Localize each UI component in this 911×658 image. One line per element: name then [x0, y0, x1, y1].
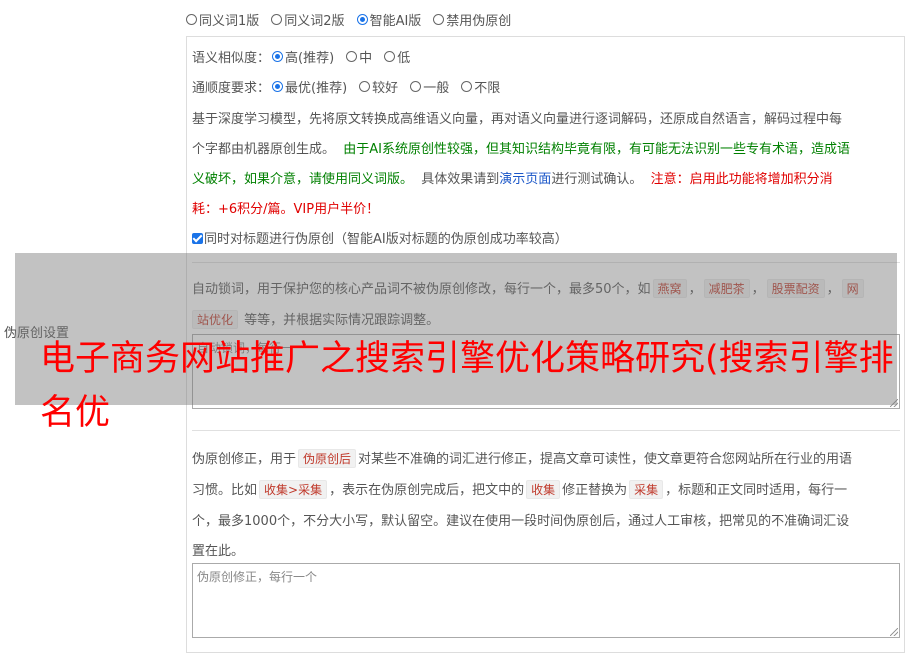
correction-textarea[interactable]: 伪原创修正，每行一个	[192, 563, 900, 638]
radio-synonym-v1[interactable]: 同义词1版	[186, 10, 259, 29]
correction-tag: 采集	[629, 480, 664, 499]
correction-desc-line2: 习惯。比如 收集>采集 ，表示在伪原创完成后，把文中的 收集 修正替换为 采集 ，标题和正文…	[192, 479, 847, 499]
radio-dot-selected	[356, 14, 368, 25]
ai-description-line2: 个字都由机器原创生成。 由于AI系统原创性较强，但其知识结构毕竟有限，有可能无法…	[192, 142, 851, 157]
radio-dot-selected	[272, 51, 284, 62]
ai-description-line3: 义破坏，如果介意，请使用同义词版。 具体效果请到演示页面进行测试确认。 注意：启…	[192, 172, 833, 187]
ai-warning-text: 由于AI系统原创性较强，但其知识结构毕竟有限，有可能无法识别一些专有术语，造成语	[343, 142, 851, 157]
radio-similarity-high[interactable]: 高(推荐)	[272, 47, 334, 66]
radio-fluency-best[interactable]: 最优(推荐)	[272, 77, 347, 96]
credit-notice: 注意：启用此功能将增加积分消	[650, 172, 833, 187]
correction-desc-line1: 伪原创修正，用于 伪原创后 对某些不准确的词汇进行修正，提高文章可读性，使文章更符合…	[192, 448, 852, 468]
demo-page-link[interactable]: 演示页面	[499, 172, 551, 187]
radio-dot	[346, 51, 358, 62]
title-rewrite-option[interactable]: 同时对标题进行伪原创（智能AI版对标题的伪原创成功率较高）	[192, 228, 568, 247]
radio-similarity-mid[interactable]: 中	[346, 47, 372, 66]
radio-dot	[384, 51, 396, 62]
radio-dot	[410, 81, 422, 92]
radio-dot	[271, 14, 283, 25]
fluency-row: 通顺度要求： 最优(推荐) 较好 一般 不限	[192, 77, 512, 96]
article-headline: 电子商务网站推广之搜索引擎优化策略研究(搜索引擎排名优	[40, 339, 894, 433]
ai-description-line1: 基于深度学习模型，先将原文转换成高维语义向量，再对语义向量进行逐词解码，还原成自…	[192, 112, 843, 127]
radio-dot	[461, 81, 473, 92]
correction-tag: 收集	[526, 480, 561, 499]
radio-dot	[186, 14, 197, 25]
credit-cost-notice: 耗：+6积分/篇。VIP用户半价！	[192, 202, 380, 217]
resize-handle[interactable]	[890, 628, 898, 636]
radio-fluency-any[interactable]: 不限	[461, 77, 500, 96]
radio-dot	[359, 81, 371, 92]
similarity-row: 语义相似度： 高(推荐) 中 低	[192, 47, 422, 66]
radio-fluency-good[interactable]: 较好	[359, 77, 398, 96]
correction-placeholder: 伪原创修正，每行一个	[197, 570, 318, 584]
similarity-label: 语义相似度：	[192, 51, 271, 66]
fluency-label: 通顺度要求：	[192, 81, 271, 96]
title-rewrite-checkbox[interactable]	[192, 233, 203, 244]
radio-fluency-normal[interactable]: 一般	[410, 77, 449, 96]
correction-tag: 收集>采集	[259, 480, 328, 499]
correction-desc-line3: 个，最多1000个，不分大小写，默认留空。建议在使用一段时间伪原创后，通过人工审…	[192, 514, 850, 529]
radio-dot-selected	[272, 81, 284, 92]
radio-similarity-low[interactable]: 低	[384, 47, 410, 66]
radio-synonym-v2[interactable]: 同义词2版	[271, 10, 345, 29]
radio-disable[interactable]: 禁用伪原创	[433, 10, 511, 29]
version-radio-group: 同义词1版 同义词2版 智能AI版 禁用伪原创	[186, 10, 523, 29]
radio-dot	[433, 14, 445, 25]
correction-desc-line4: 置在此。	[192, 544, 245, 559]
correction-tag: 伪原创后	[298, 449, 357, 468]
radio-ai-version[interactable]: 智能AI版	[356, 10, 421, 29]
